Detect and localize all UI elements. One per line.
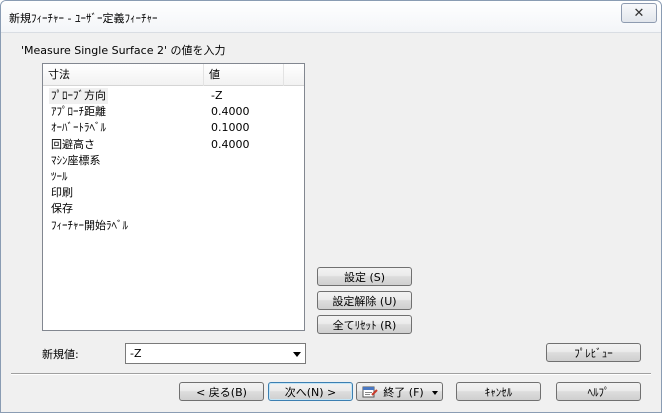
column-header-dimension[interactable]: 寸法 — [43, 64, 204, 86]
footer-separator — [11, 373, 651, 375]
new-value-text: -Z — [130, 347, 142, 360]
dimension-list[interactable]: 寸法 値 ﾌﾟﾛｰﾌﾞ方向 -Z ｱﾌﾟﾛｰﾁ距離 0.4000 ｵｰﾊﾞｰﾄﾗﾍﾞﾙ 0… — [42, 63, 305, 331]
table-row[interactable]: ﾏｼﾝ座標系 — [43, 153, 304, 169]
back-button[interactable]: < 戻る(B) — [179, 382, 264, 401]
finish-dropdown-arrow[interactable] — [429, 382, 443, 401]
dimension-name: ﾂｰﾙ — [51, 169, 68, 183]
preview-button[interactable]: ﾌﾟﾚﾋﾞｭｰ — [546, 343, 641, 362]
table-row[interactable]: 印刷 — [43, 185, 304, 201]
dialog-window: 新規ﾌｨｰﾁｬｰ - ﾕｰｻﾞｰ定義ﾌｨｰﾁｬｰ ✕ 'Measure Sing… — [0, 0, 662, 413]
close-icon: ✕ — [633, 5, 645, 21]
dimension-value: 0.4000 — [211, 137, 250, 151]
column-header-value[interactable]: 値 — [204, 64, 284, 86]
close-button[interactable]: ✕ — [621, 3, 657, 23]
prompt-text: 'Measure Single Surface 2' の値を入力 — [21, 44, 226, 57]
dimension-name: 印刷 — [51, 186, 73, 200]
chevron-down-icon[interactable] — [293, 352, 301, 357]
help-button[interactable]: ﾍﾙﾌﾟ — [556, 382, 641, 401]
cancel-button[interactable]: ｷｬﾝｾﾙ — [456, 382, 541, 401]
finish-button[interactable]: 終了 (F) — [356, 382, 430, 401]
dimension-value: -Z — [211, 89, 223, 102]
dimension-name: ｱﾌﾟﾛｰﾁ距離 — [51, 105, 106, 119]
dimension-name: ｵｰﾊﾞｰﾄﾗﾍﾞﾙ — [51, 121, 106, 135]
table-row[interactable]: 保存 — [43, 201, 304, 217]
list-header: 寸法 値 — [43, 64, 304, 86]
new-value-combo[interactable]: -Z — [125, 343, 306, 364]
window-title: 新規ﾌｨｰﾁｬｰ - ﾕｰｻﾞｰ定義ﾌｨｰﾁｬｰ — [9, 12, 158, 25]
table-row[interactable]: ｱﾌﾟﾛｰﾁ距離 0.4000 — [43, 104, 304, 120]
unset-button[interactable]: 設定解除 (U) — [317, 291, 412, 310]
column-header-filler — [284, 64, 304, 86]
next-button[interactable]: 次へ(N) > — [268, 382, 353, 401]
dimension-name: ﾌｨｰﾁｬｰ開始ﾗﾍﾞﾙ — [51, 218, 128, 232]
finish-icon — [362, 385, 378, 399]
list-rows: ﾌﾟﾛｰﾌﾞ方向 -Z ｱﾌﾟﾛｰﾁ距離 0.4000 ｵｰﾊﾞｰﾄﾗﾍﾞﾙ 0.1000… — [43, 88, 304, 234]
table-row[interactable]: ｵｰﾊﾞｰﾄﾗﾍﾞﾙ 0.1000 — [43, 120, 304, 136]
title-bar[interactable]: 新規ﾌｨｰﾁｬｰ - ﾕｰｻﾞｰ定義ﾌｨｰﾁｬｰ ✕ — [1, 1, 661, 33]
set-button[interactable]: 設定 (S) — [317, 267, 412, 286]
dimension-name: ﾏｼﾝ座標系 — [51, 153, 101, 167]
new-value-label: 新規値: — [42, 348, 79, 361]
table-row[interactable]: ﾌﾟﾛｰﾌﾞ方向 -Z — [43, 88, 304, 104]
dimension-name: ﾌﾟﾛｰﾌﾞ方向 — [49, 88, 108, 104]
table-row[interactable]: ﾂｰﾙ — [43, 169, 304, 185]
table-row[interactable]: 回避高さ 0.4000 — [43, 137, 304, 153]
table-row[interactable]: ﾌｨｰﾁｬｰ開始ﾗﾍﾞﾙ — [43, 218, 304, 234]
finish-label: 終了 (F) — [383, 385, 424, 399]
dimension-name: 回避高さ — [51, 137, 95, 151]
dimension-name: 保存 — [51, 202, 73, 216]
dimension-value: 0.1000 — [211, 121, 250, 135]
reset-all-button[interactable]: 全てﾘｾｯﾄ (R) — [317, 315, 412, 334]
dimension-value: 0.4000 — [211, 105, 250, 119]
